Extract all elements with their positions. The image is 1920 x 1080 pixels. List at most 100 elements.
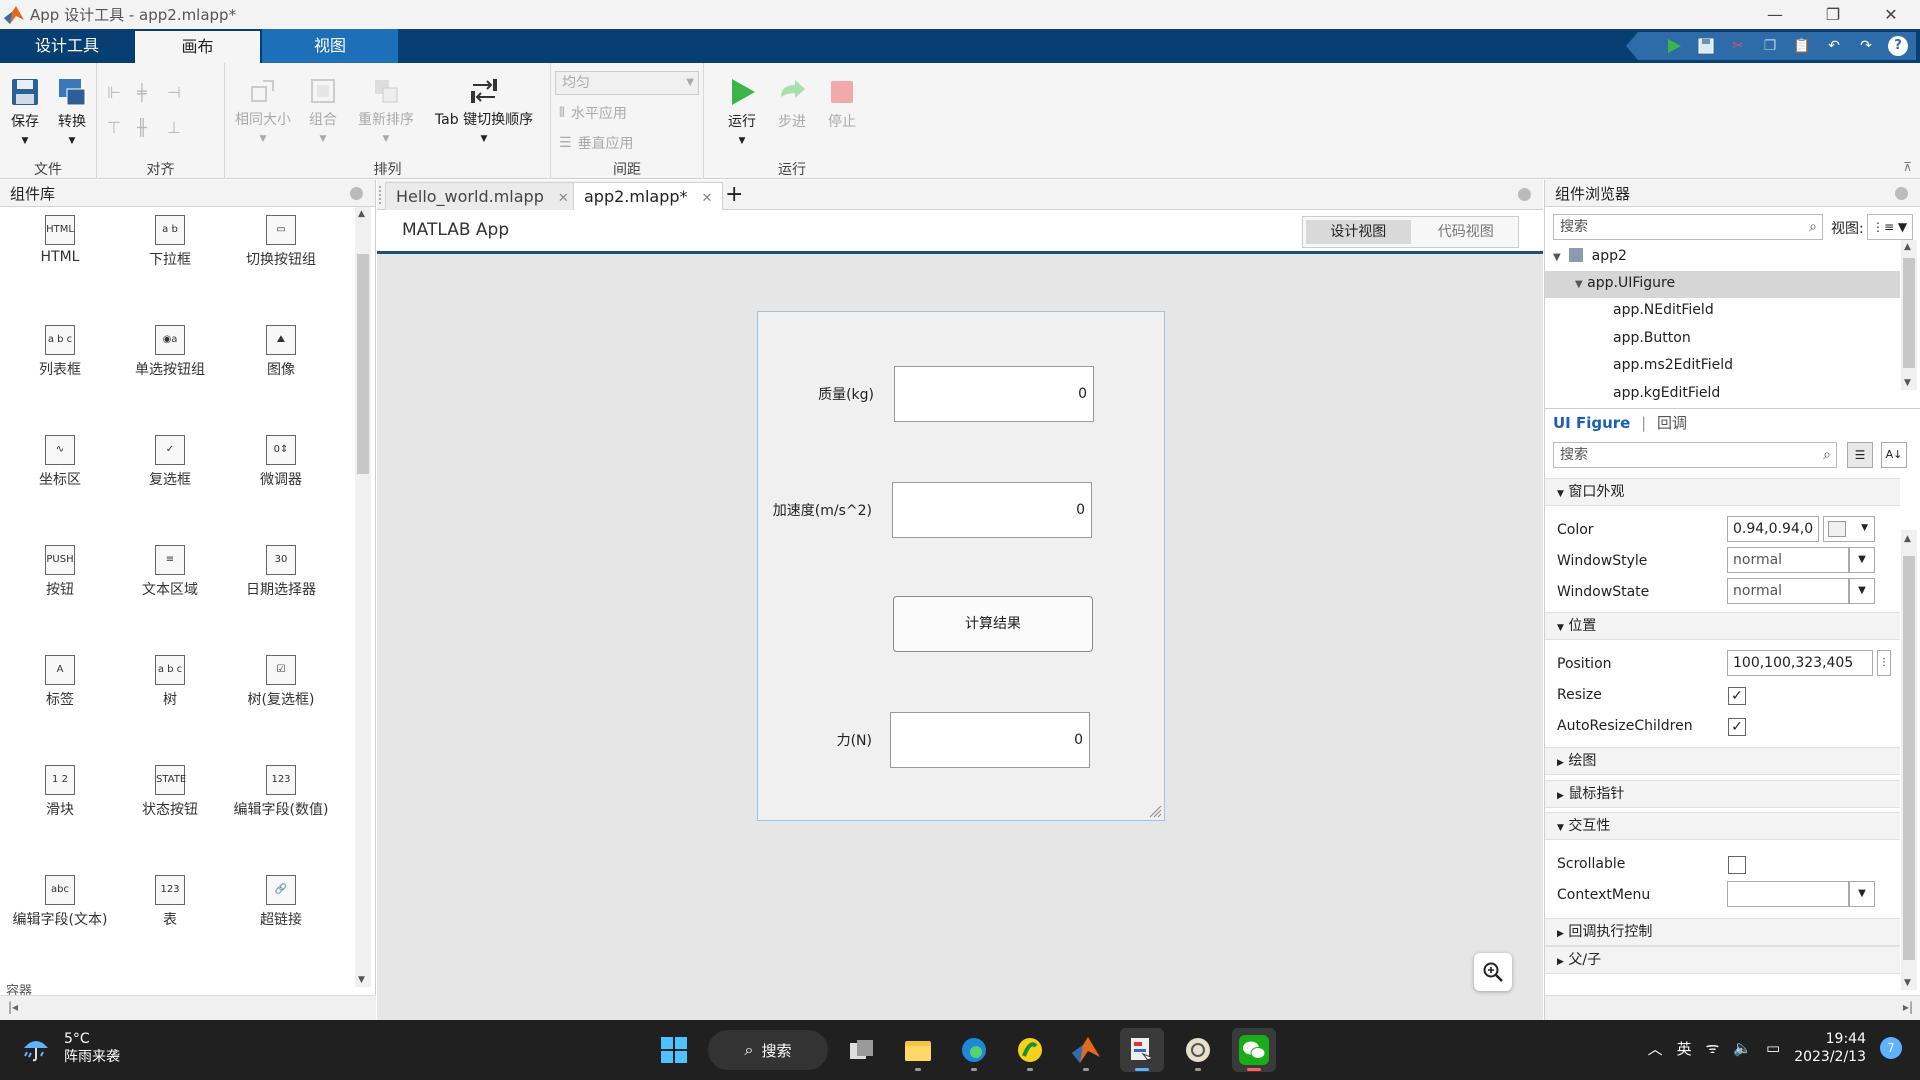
run-button[interactable]: 运行 ▼ <box>722 77 762 147</box>
close-button[interactable]: ✕ <box>1862 5 1920 24</box>
scroll-down-icon[interactable]: ▼ <box>1904 378 1911 388</box>
chevron-down-icon[interactable]: ▼ <box>1849 578 1875 604</box>
scrollable-checkbox[interactable] <box>1728 856 1746 874</box>
component-item[interactable]: ≡ 文本区域 <box>115 545 225 599</box>
list-view-icon[interactable]: ☰ <box>1847 442 1873 468</box>
component-item[interactable]: ⛰ 图像 <box>226 325 336 379</box>
step-button[interactable]: 步进 <box>772 77 812 131</box>
browser-search-input[interactable]: 搜索 ⌕ <box>1553 214 1823 240</box>
horizontal-scrollbar[interactable]: |◂ <box>0 995 376 1020</box>
panel-menu-icon[interactable] <box>1895 187 1908 200</box>
close-tab-icon[interactable]: ✕ <box>558 191 569 206</box>
tree-scrollbar[interactable]: ▲ ▼ <box>1901 240 1917 390</box>
volume-icon[interactable]: 🔈 <box>1733 1039 1752 1057</box>
prop-windowstyle-value[interactable]: normal <box>1727 547 1849 573</box>
tree-node-button[interactable]: app.Button <box>1613 330 1691 346</box>
section-plotting[interactable]: ▶ 绘图 <box>1545 747 1900 775</box>
scrollbar[interactable]: ▲ ▼ <box>355 207 371 987</box>
save-button[interactable]: 保存 ▼ <box>6 77 44 147</box>
component-item[interactable]: 123 编辑字段(数值) <box>226 765 336 819</box>
inspector-search-input[interactable]: 搜索 ⌕ <box>1553 442 1837 468</box>
scroll-thumb[interactable] <box>1903 556 1915 960</box>
component-item[interactable]: 123 表 <box>115 875 225 929</box>
component-item[interactable]: 🔗 超链接 <box>226 875 336 929</box>
scroll-up-icon[interactable]: ▲ <box>1904 534 1911 544</box>
task-view-button[interactable] <box>840 1028 884 1072</box>
tab-callbacks[interactable]: 回调 <box>1657 414 1687 432</box>
component-item[interactable]: ✓ 复选框 <box>115 435 225 489</box>
component-item[interactable]: ☑ 树(复选框) <box>226 655 336 709</box>
chevron-down-icon[interactable]: ▼ <box>1849 881 1875 907</box>
scroll-end-icon[interactable]: ▸| <box>1903 1000 1913 1014</box>
align-left-icon[interactable]: ⊩ <box>107 83 137 102</box>
wifi-icon[interactable]: ᯤ <box>1706 1038 1720 1058</box>
component-item[interactable]: ◉a 单选按钮组 <box>115 325 225 379</box>
reorder-button[interactable]: 重新排序 ▼ <box>353 77 419 145</box>
battery-icon[interactable]: ▭ <box>1766 1039 1780 1057</box>
color-picker[interactable]: ▼ <box>1823 516 1875 542</box>
doc-tab-app2[interactable]: app2.mlapp* ✕ <box>573 182 724 210</box>
section-parent-child[interactable]: ▶ 父/子 <box>1545 946 1900 974</box>
scroll-up-icon[interactable]: ▲ <box>1904 242 1911 252</box>
scroll-down-icon[interactable]: ▼ <box>358 975 365 985</box>
resize-grip-icon[interactable] <box>1148 804 1162 818</box>
component-item[interactable]: 30 日期选择器 <box>226 545 336 599</box>
align-middle-icon[interactable]: ╫ <box>137 118 167 137</box>
component-item[interactable]: a b c 树 <box>115 655 225 709</box>
tree-node-ms2editfield[interactable]: app.ms2EditField <box>1613 357 1733 373</box>
scroll-thumb[interactable] <box>357 254 369 474</box>
component-item[interactable]: HTML HTML <box>5 215 115 265</box>
group-button[interactable]: 组合 ▼ <box>303 77 343 145</box>
zoom-button[interactable] <box>1474 953 1512 991</box>
ui-figure[interactable]: 质量(kg) 0 加速度(m/s^2) 0 计算结果 力(N) 0 <box>757 311 1165 821</box>
tab-ui-figure[interactable]: UI Figure <box>1553 414 1630 432</box>
section-position[interactable]: ▼ 位置 <box>1545 612 1900 640</box>
code-view-button[interactable]: 代码视图 <box>1414 217 1519 247</box>
align-center-icon[interactable]: ╪ <box>137 83 167 102</box>
chevron-up-icon[interactable]: ︿ <box>1648 1038 1663 1059</box>
component-item[interactable]: a b c 列表框 <box>5 325 115 379</box>
tab-canvas[interactable]: 画布 <box>135 31 260 63</box>
tree-node-kgeditfield[interactable]: app.kgEditField <box>1613 385 1720 401</box>
view-options-dropdown[interactable]: ⋮≡ ▼ <box>1867 214 1913 240</box>
tree-node-uifigure[interactable]: ▼ app.UIFigure <box>1575 275 1675 291</box>
component-item[interactable]: PUSH 按钮 <box>5 545 115 599</box>
tab-design-tools[interactable]: 设计工具 <box>0 29 134 63</box>
tree-node-neditfield[interactable]: app.NEditField <box>1613 302 1714 318</box>
align-bottom-icon[interactable]: ⊥ <box>167 118 197 137</box>
tab-view[interactable]: 视图 <box>262 29 398 63</box>
cut-quick-icon[interactable]: ✂ <box>1724 34 1752 58</box>
vertical-apply-button[interactable]: ☰ 垂直应用 <box>559 133 634 153</box>
chevron-down-icon[interactable]: ▼ <box>1849 547 1875 573</box>
redo-quick-icon[interactable]: ↷ <box>1852 34 1880 58</box>
component-item[interactable]: abc 编辑字段(文本) <box>5 875 115 929</box>
align-top-icon[interactable]: ⊤ <box>107 118 137 137</box>
sort-az-icon[interactable]: A↓ <box>1881 442 1907 468</box>
tab-order-button[interactable]: Tab 键切换顺序 ▼ <box>429 77 539 145</box>
section-callback-execution[interactable]: ▶ 回调执行控制 <box>1545 918 1900 946</box>
convert-button[interactable]: 转换 ▼ <box>52 77 92 147</box>
scroll-up-icon[interactable]: ▲ <box>358 209 365 219</box>
section-window-appearance[interactable]: ▼ 窗口外观 <box>1545 478 1900 506</box>
section-interactivity[interactable]: ▼ 交互性 <box>1545 812 1900 840</box>
design-view-button[interactable]: 设计视图 <box>1306 220 1411 244</box>
component-item[interactable]: A 标签 <box>5 655 115 709</box>
component-item[interactable]: STATE 状态按钮 <box>115 765 225 819</box>
section-mouse-pointer[interactable]: ▶ 鼠标指针 <box>1545 780 1900 808</box>
component-item[interactable]: a b 下拉框 <box>115 215 225 269</box>
paste-quick-icon[interactable]: 📋 <box>1788 34 1816 58</box>
prop-windowstate-value[interactable]: normal <box>1727 578 1849 604</box>
close-tab-icon[interactable]: ✕ <box>702 191 713 206</box>
autoresize-checkbox[interactable]: ✓ <box>1728 718 1746 736</box>
resize-checkbox[interactable]: ✓ <box>1728 687 1746 705</box>
scroll-thumb[interactable] <box>1903 258 1915 368</box>
help-quick-icon[interactable]: ? <box>1884 34 1912 58</box>
prop-color-value[interactable]: 0.94,0.94,0 <box>1727 516 1819 542</box>
ime-indicator[interactable]: 英 <box>1677 1038 1692 1059</box>
edge-button[interactable] <box>952 1028 996 1072</box>
mass-edit-field[interactable]: 0 <box>894 366 1094 422</box>
horizontal-scrollbar[interactable]: ▸| <box>1545 995 1920 1020</box>
panel-menu-icon[interactable] <box>350 187 363 200</box>
component-item[interactable]: 0⇕ 微调器 <box>226 435 336 489</box>
force-edit-field[interactable]: 0 <box>890 712 1090 768</box>
